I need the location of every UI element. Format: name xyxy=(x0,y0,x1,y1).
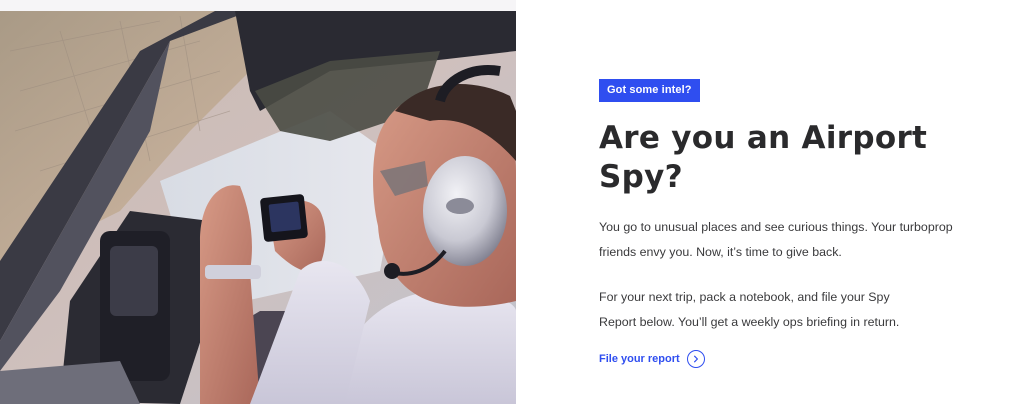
page-title: Are you an Airport Spy? xyxy=(599,120,928,195)
top-strip xyxy=(0,0,516,11)
intro-paragraph: You go to unusual places and see curious… xyxy=(599,220,953,259)
intel-badge: Got some intel? xyxy=(599,79,700,102)
hero-content: Got some intel? Are you an Airport Spy? … xyxy=(599,79,979,368)
file-report-label: File your report xyxy=(599,353,680,365)
page: Got some intel? Are you an Airport Spy? … xyxy=(0,0,1024,404)
hero-photo xyxy=(0,11,516,404)
file-report-link[interactable]: File your report xyxy=(599,350,979,368)
chevron-right-icon xyxy=(686,350,705,368)
instructions-paragraph: For your next trip, pack a notebook, and… xyxy=(599,290,900,329)
